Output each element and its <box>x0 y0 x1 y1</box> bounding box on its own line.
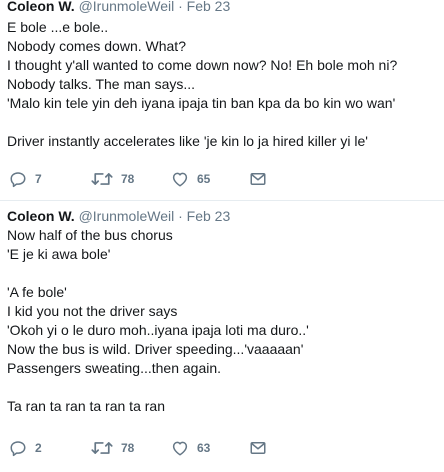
heart-icon <box>171 439 189 457</box>
tweet-line: 'E je ki awa bole' <box>7 246 111 262</box>
author-handle[interactable]: @IrunmoleWeil <box>79 208 175 224</box>
tweet-line: I kid you not the driver says <box>7 303 178 319</box>
reply-button[interactable]: 2 <box>9 438 42 458</box>
tweet-line: Now half of the bus chorus <box>7 227 173 243</box>
reply-icon <box>9 439 27 457</box>
tweet-line: Driver instantly accelerates like 'je ki… <box>7 133 368 149</box>
heart-icon <box>171 170 189 188</box>
tweet-header: Coleon W. @IrunmoleWeil · Feb 23 <box>7 207 230 225</box>
tweet-text: E bole ...e bole.. Nobody comes down. Wh… <box>7 18 397 151</box>
author-name[interactable]: Coleon W. <box>7 208 75 224</box>
tweet-date[interactable]: Feb 23 <box>187 0 231 14</box>
tweet-line <box>7 378 309 397</box>
tweet-line: 'Okoh yi o le duro moh..iyana ipaja loti… <box>7 322 309 338</box>
author-name[interactable]: Coleon W. <box>7 0 75 14</box>
retweet-icon <box>91 439 113 457</box>
tweet-line <box>7 113 397 132</box>
tweet-line: Nobody comes down. What? <box>7 38 186 54</box>
author-handle[interactable]: @IrunmoleWeil <box>79 0 175 14</box>
reply-button[interactable]: 7 <box>9 169 42 189</box>
envelope-icon <box>249 439 267 457</box>
retweet-button[interactable]: 78 <box>91 438 134 458</box>
reply-count: 2 <box>35 441 42 455</box>
tweet-line: Passengers sweating...then again. <box>7 360 222 376</box>
tweet-line: 'Malo kin tele yin deh iyana ipaja tin b… <box>7 95 396 111</box>
tweet-text: Now half of the bus chorus 'E je ki awa … <box>7 226 309 416</box>
direct-message-button[interactable] <box>249 438 267 458</box>
tweet-date[interactable]: Feb 23 <box>187 208 231 224</box>
retweet-count: 78 <box>121 441 135 455</box>
retweet-icon <box>91 170 113 188</box>
tweet-line <box>7 264 309 283</box>
tweet-line: I thought y'all wanted to come down now?… <box>7 57 398 73</box>
tweet-header: Coleon W. @IrunmoleWeil · Feb 23 <box>7 0 230 15</box>
retweet-button[interactable]: 78 <box>91 169 134 189</box>
reply-icon <box>9 170 27 188</box>
tweet-2[interactable]: Coleon W. @IrunmoleWeil · Feb 23 Now hal… <box>0 201 444 472</box>
envelope-icon <box>249 170 267 188</box>
like-button[interactable]: 63 <box>171 438 210 458</box>
header-separator: · <box>178 208 183 224</box>
tweet-line: 'A fe bole' <box>7 284 67 300</box>
tweet-actions: 2 78 63 <box>7 438 437 458</box>
like-count: 65 <box>197 172 211 186</box>
tweet-actions: 7 78 65 <box>7 169 437 189</box>
tweet-line: Ta ran ta ran ta ran ta ran <box>7 398 165 414</box>
tweet-1[interactable]: Coleon W. @IrunmoleWeil · Feb 23 E bole … <box>0 0 444 200</box>
reply-count: 7 <box>35 172 42 186</box>
retweet-count: 78 <box>121 172 135 186</box>
like-count: 63 <box>197 441 211 455</box>
like-button[interactable]: 65 <box>171 169 210 189</box>
header-separator: · <box>178 0 183 14</box>
direct-message-button[interactable] <box>249 169 267 189</box>
tweet-line: Now the bus is wild. Driver speeding...'… <box>7 341 304 357</box>
tweet-line: Nobody talks. The man says... <box>7 76 196 92</box>
tweet-line: E bole ...e bole.. <box>7 19 109 35</box>
